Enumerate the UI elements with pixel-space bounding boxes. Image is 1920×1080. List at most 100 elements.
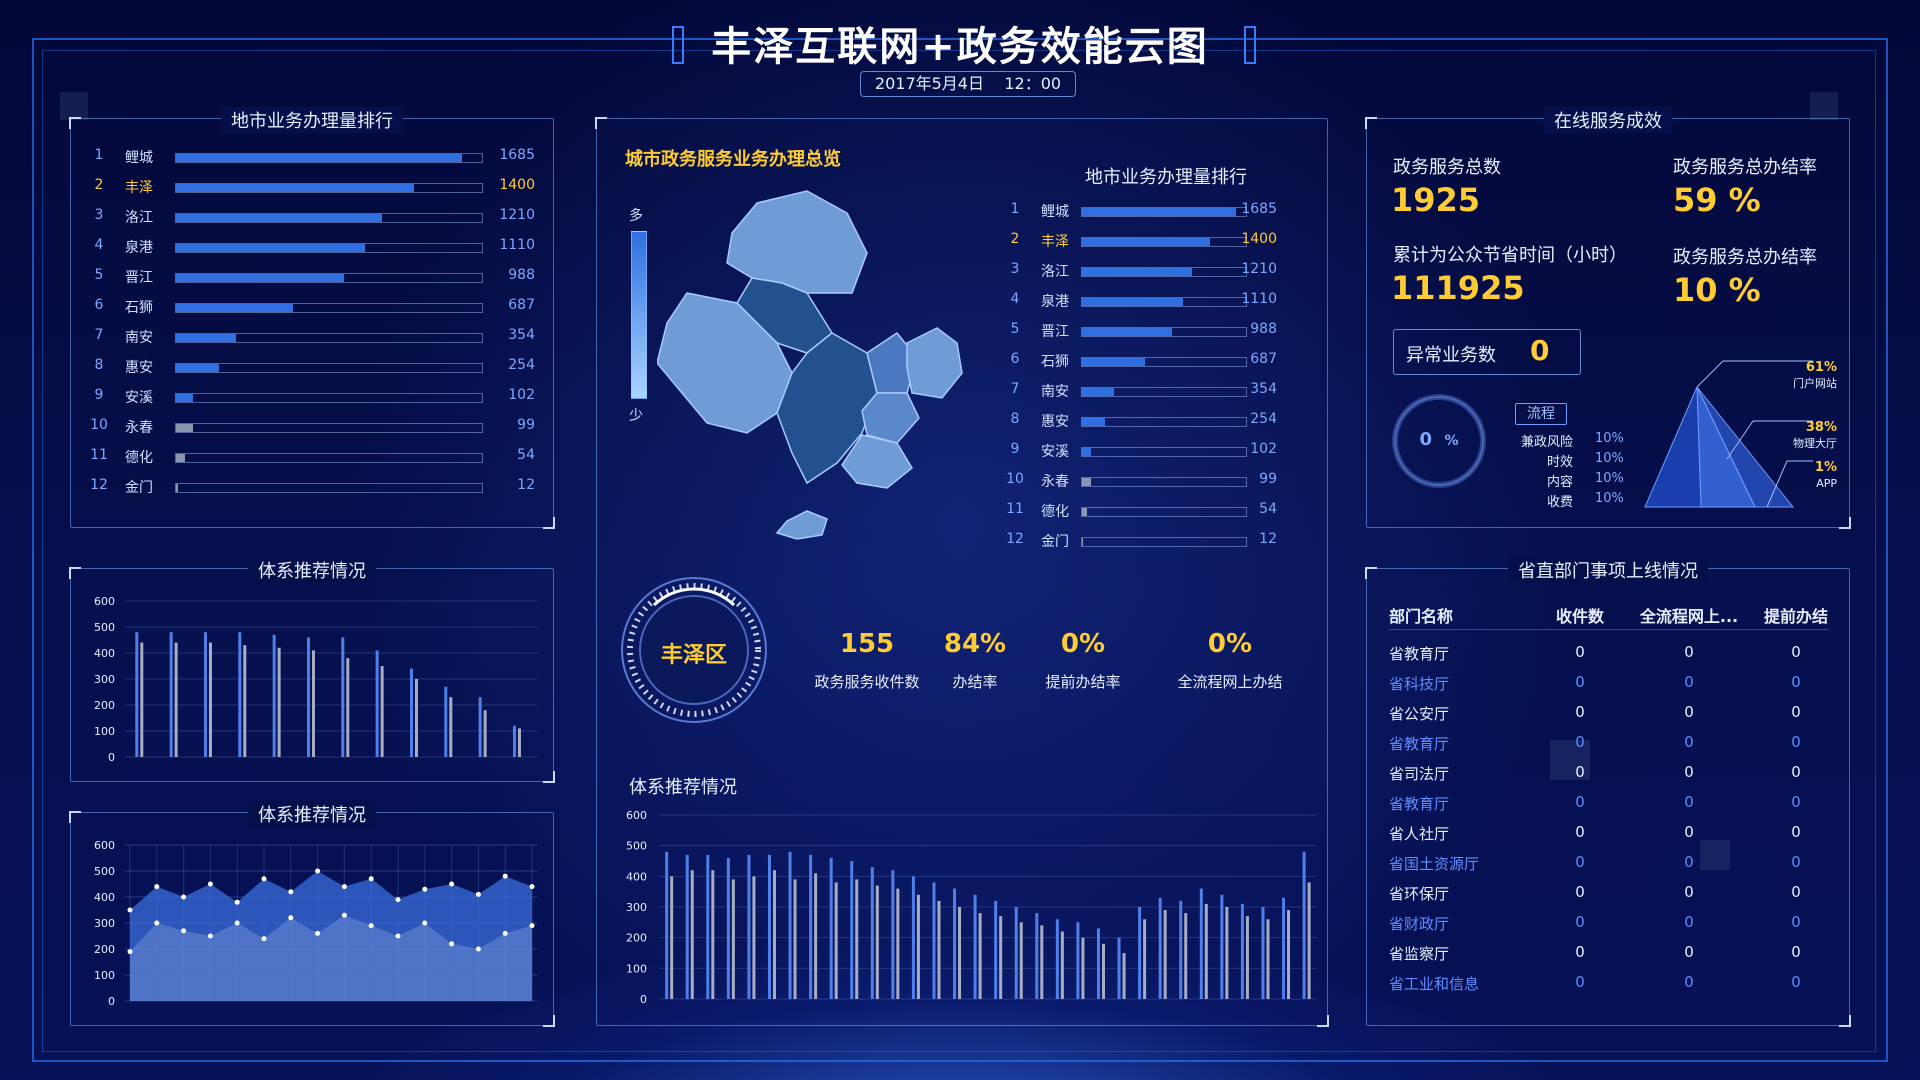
kpi-label: 全流程网上办结 (1177, 673, 1283, 691)
rank-value: 12 (517, 477, 535, 493)
rank-value: 988 (508, 267, 535, 283)
ranking-panel: 地市业务办理量排行 1 鲤城 1685 2 丰泽 1400 3 洛江 1210 4 泉港 1110 5 晋… (69, 107, 555, 529)
dept-name[interactable]: 省科技厅 (1389, 673, 1529, 694)
bar (174, 642, 178, 757)
rank-number: 5 (1010, 321, 1020, 337)
bar (1261, 907, 1265, 999)
callout-line (1696, 360, 1724, 388)
rank-bar-fill (176, 484, 179, 492)
table-cell: 0 (1684, 673, 1694, 691)
rank-bar-track (175, 153, 483, 163)
table-cell: 0 (1791, 733, 1801, 751)
bar (834, 882, 838, 999)
dept-name[interactable]: 省教育厅 (1389, 733, 1529, 754)
rank-bar-fill (176, 304, 293, 312)
y-tick-label: 300 (626, 901, 647, 914)
dept-panel: 省直部门事项上线情况 部门名称 收件数 全流程网上... 提前办结 省教育厅 0 0 0 省科技… (1365, 557, 1851, 1027)
y-tick-label: 0 (108, 995, 115, 1008)
total-label: 政务服务总数 (1393, 157, 1501, 178)
center-ranking-list: 1 鲤城 1685 2 丰泽 1400 3 洛江 1210 4 泉港 1110 5 晋江 988 6 石狮 687… (1005, 201, 1305, 561)
center-panel: 城市政务服务业务办理总览 多 少 地市业务办理量排行 1 鲤城 1685 2 丰泽 140… (595, 117, 1329, 1027)
bar (1204, 903, 1208, 999)
table-row: 省人社厅 0 0 0 (1389, 823, 1829, 851)
rank-value: 1110 (1241, 291, 1277, 307)
data-point (261, 876, 267, 882)
dept-name[interactable]: 省教育厅 (1389, 793, 1529, 814)
online-service-title: 在线服务成效 (1544, 107, 1672, 133)
kpi-item: 155 政务服务收件数 (807, 629, 927, 692)
dept-table: 部门名称 收件数 全流程网上... 提前办结 省教育厅 0 0 0 省科技厅 0 0 0 省公安厅 0 0 0… (1389, 599, 1829, 1013)
rank-value: 1685 (1241, 201, 1277, 217)
data-point (502, 930, 508, 936)
y-tick-label: 400 (626, 870, 647, 883)
data-point (341, 884, 347, 890)
table-cell: 0 (1791, 943, 1801, 961)
y-tick-label: 400 (94, 891, 115, 904)
y-tick-label: 500 (94, 865, 115, 878)
rank-bar-track (175, 303, 483, 313)
saved-time-value: 111925 (1391, 269, 1525, 307)
ranking-row: 10 永春 99 (1005, 471, 1305, 491)
ranking-row: 8 惠安 254 (89, 357, 539, 377)
ranking-row: 5 晋江 988 (89, 267, 539, 287)
rate2-value: 10 % (1673, 271, 1761, 309)
rank-bar-track (1081, 297, 1247, 307)
bar (850, 861, 854, 999)
data-point (127, 907, 133, 913)
bar (517, 728, 521, 757)
rank-value: 1210 (1241, 261, 1277, 277)
table-cell: 0 (1575, 793, 1585, 811)
bar (809, 854, 813, 999)
bar (1225, 907, 1229, 999)
rank-value: 12 (1259, 531, 1277, 547)
bar (1245, 916, 1249, 999)
bar (690, 870, 694, 999)
ranking-row: 5 晋江 988 (1005, 321, 1305, 341)
bar (870, 867, 874, 999)
bar (1282, 897, 1286, 999)
gauge-readout: 0 % (1389, 429, 1489, 450)
rank-number: 2 (94, 177, 104, 193)
table-row: 省司法厅 0 0 0 (1389, 763, 1829, 791)
bar (1117, 937, 1121, 999)
rank-value: 1400 (499, 177, 535, 193)
bar (1076, 922, 1080, 999)
dept-name[interactable]: 省财政厅 (1389, 913, 1529, 934)
risk-value: 10% (1595, 431, 1624, 446)
table-header: 部门名称 收件数 全流程网上... 提前办结 (1389, 599, 1829, 630)
bar (711, 870, 715, 999)
y-tick-label: 100 (626, 962, 647, 975)
bar (911, 876, 915, 999)
bar (788, 851, 792, 999)
y-tick-label: 300 (94, 917, 115, 930)
table-cell: 0 (1791, 703, 1801, 721)
ranking-row: 11 德化 54 (89, 447, 539, 467)
bar (706, 854, 710, 999)
kpi-label: 政务服务收件数 (814, 673, 920, 691)
table-cell: 0 (1575, 883, 1585, 901)
rank-bar-fill (1082, 478, 1092, 486)
table-cell: 0 (1575, 733, 1585, 751)
gauge-unit: % (1444, 433, 1459, 449)
gauge-value: 0 (1419, 429, 1432, 450)
datetime-box: 2017年5月4日 12：00 (860, 71, 1076, 97)
table-cell: 0 (1575, 853, 1585, 871)
bar (341, 637, 345, 757)
risk-row: 兼政风险 10% (1499, 431, 1649, 451)
bar (731, 879, 735, 999)
pyramid-label: APP (1816, 477, 1837, 490)
bar (994, 900, 998, 999)
dept-name[interactable]: 省工业和信息 (1389, 973, 1529, 994)
y-tick-label: 0 (640, 993, 647, 1006)
bar (346, 658, 350, 757)
map-region (775, 510, 828, 540)
dept-name[interactable]: 省国土资源厅 (1389, 853, 1529, 874)
deco-square (1810, 92, 1838, 120)
table-cell: 0 (1684, 913, 1694, 931)
bar (953, 888, 957, 999)
dept-name: 省教育厅 (1389, 645, 1450, 663)
ranking-row: 3 洛江 1210 (89, 207, 539, 227)
rank-value: 354 (1250, 381, 1277, 397)
table-row: 省公安厅 0 0 0 (1389, 703, 1829, 731)
center-bar-chart: 0 100 200 300 400 500 600 (626, 809, 1317, 1006)
